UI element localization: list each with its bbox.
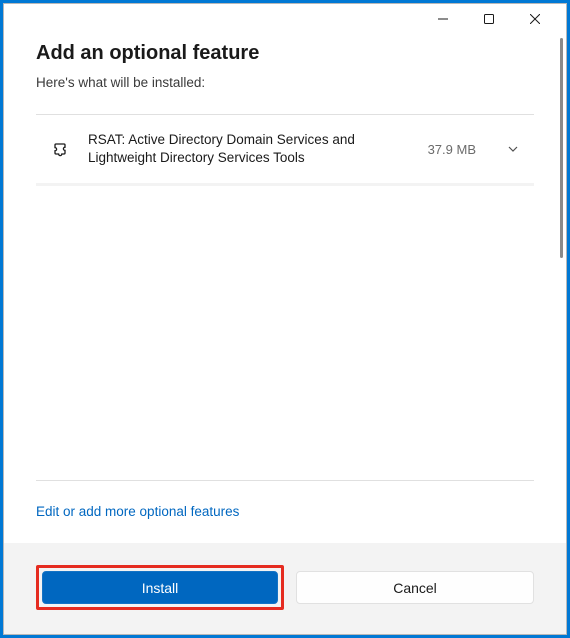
scrollbar-thumb[interactable] [560,38,563,258]
feature-list: RSAT: Active Directory Domain Services a… [36,114,534,186]
maximize-button[interactable] [466,4,512,34]
chevron-down-icon [506,142,520,156]
install-highlight: Install [36,565,284,610]
feature-size: 37.9 MB [428,142,476,157]
page-subtitle: Here's what will be installed: [36,75,534,90]
feature-name: RSAT: Active Directory Domain Services a… [88,131,410,167]
puzzle-icon [50,139,70,159]
minimize-button[interactable] [420,4,466,34]
close-button[interactable] [512,4,558,34]
maximize-icon [484,14,494,24]
dialog-footer: Install Cancel [4,543,566,634]
titlebar [4,4,566,34]
edit-features-link[interactable]: Edit or add more optional features [36,504,239,519]
feature-item[interactable]: RSAT: Active Directory Domain Services a… [36,115,534,186]
close-icon [530,14,540,24]
minimize-icon [438,14,448,24]
dialog-content: Add an optional feature Here's what will… [4,34,566,543]
cancel-button[interactable]: Cancel [296,571,534,604]
link-section: Edit or add more optional features [36,480,534,543]
scrollbar[interactable] [560,34,564,314]
spacer [36,186,534,480]
install-button[interactable]: Install [42,571,278,604]
page-title: Add an optional feature [36,42,534,65]
dialog-window: Add an optional feature Here's what will… [3,3,567,635]
